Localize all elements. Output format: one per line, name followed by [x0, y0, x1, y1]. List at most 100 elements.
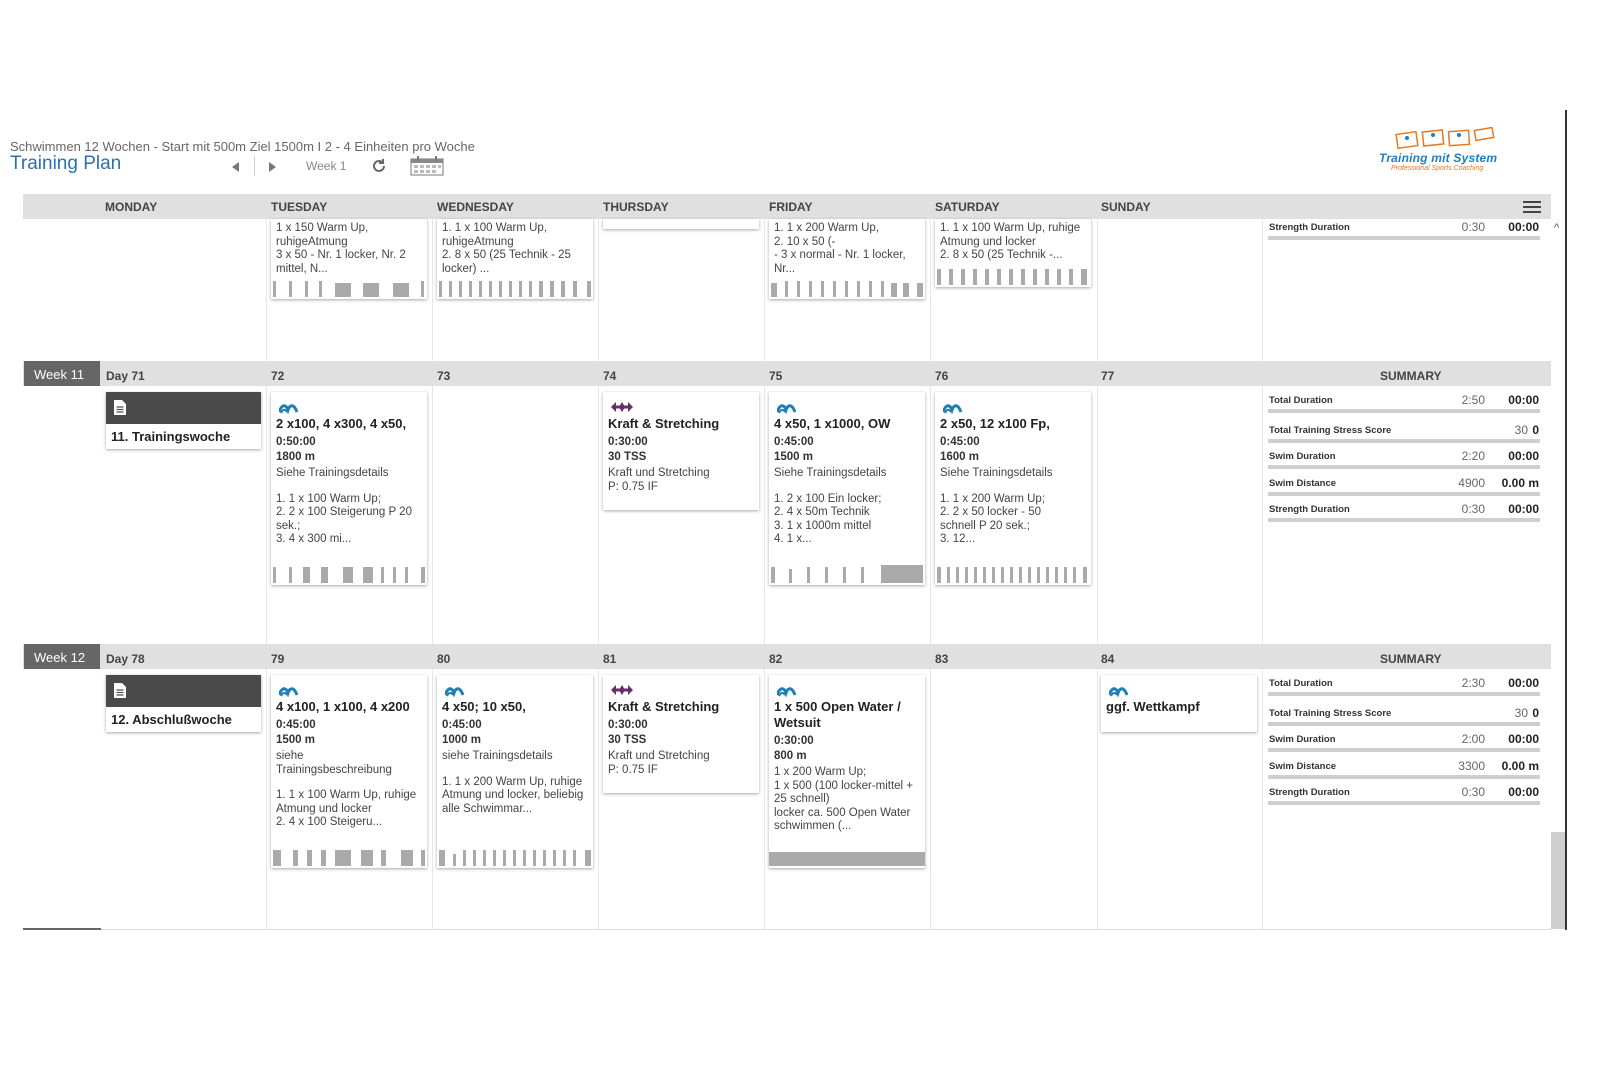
workout-structure-bars: [935, 563, 1091, 583]
calendar-icon[interactable]: [410, 156, 444, 176]
summary-heading: SUMMARY: [1380, 652, 1442, 666]
workout-structure-bars: [769, 846, 925, 866]
swim-icon: [279, 404, 299, 414]
day-number: 75: [769, 369, 783, 383]
summary-progress-bar: [1268, 692, 1540, 696]
workout-card[interactable]: 2 x50, 12 x100 Fp, 0:45:00 1600 m Siehe …: [935, 392, 1091, 585]
menu-icon[interactable]: [1523, 201, 1541, 213]
summary-completed: 00:00: [1508, 732, 1539, 746]
workout-structure-bars: [769, 563, 925, 583]
summary-label: Swim Duration: [1269, 451, 1336, 462]
workout-description: siehe Trainingsdetails: [442, 750, 553, 762]
summary-planned: 0:30: [1461, 502, 1485, 516]
workout-card[interactable]: 1 x 150 Warm Up, ruhigeAtmung 3 x 50 - N…: [271, 219, 427, 299]
previous-week-button[interactable]: [229, 160, 243, 174]
summary-label: Swim Distance: [1269, 478, 1337, 489]
workout-structure-bars: [935, 265, 1091, 285]
workout-structure-bars: [769, 277, 925, 297]
summary-swim-distance: Swim Distance 3300 0.00 m: [1268, 757, 1540, 779]
calendar-bottom-border: [23, 929, 1551, 930]
week-tag-underline: [23, 928, 101, 930]
dayname-sunday: SUNDAY: [1101, 200, 1151, 214]
summary-planned: 4900: [1458, 476, 1485, 490]
workout-card[interactable]: 1. 1 x 100 Warm Up, ruhigeAtmung 2. 8 x …: [437, 219, 593, 299]
workout-description: Kraft und Stretching P: 0.75 IF: [608, 750, 710, 776]
summary-progress-bar: [1268, 492, 1540, 496]
dayname-thursday: THURSDAY: [603, 200, 669, 214]
summary-strength-duration: Strength Duration 0:30 00:00: [1268, 783, 1540, 805]
week-note-card[interactable]: 12. Abschlußwoche: [106, 675, 261, 732]
workout-duration: 0:45:00: [940, 436, 980, 448]
workout-card[interactable]: Kraft & Stretching 0:30:00 30 TSS Kraft …: [603, 392, 759, 510]
workout-card[interactable]: ggf. Wettkampf: [1101, 675, 1257, 732]
column-divider: [598, 219, 599, 930]
column-divider: [1262, 219, 1263, 930]
workout-card[interactable]: 4 x50, 1 x1000, OW 0:45:00 1500 m Siehe …: [769, 392, 925, 585]
plan-subtitle: Schwimmen 12 Wochen - Start mit 500m Zie…: [10, 139, 475, 154]
workout-card[interactable]: 1 x 500 Open Water / Wetsuit 0:30:00 800…: [769, 675, 925, 868]
summary-label: Total Duration: [1269, 678, 1333, 689]
page-title: Training Plan: [10, 153, 122, 174]
workout-card[interactable]: 2 x100, 4 x300, 4 x50, 0:50:00 1800 m Si…: [271, 392, 427, 585]
workout-title: 2 x100, 4 x300, 4 x50,: [276, 416, 407, 431]
workout-card[interactable]: 1. 1 x 100 Warm Up, ruhige Atmung und lo…: [935, 219, 1091, 287]
workout-duration: 0:50:00: [276, 436, 316, 448]
summary-completed: 0: [1532, 706, 1539, 720]
day-number: 83: [935, 652, 949, 666]
day-number: Day 71: [106, 369, 145, 383]
swim-icon: [777, 687, 797, 697]
current-week-label: Week 1: [306, 159, 347, 173]
summary-planned: 0:30: [1461, 785, 1485, 799]
workout-detail: 1. 1 x 100 Warm Up, ruhige Atmung und lo…: [276, 789, 417, 828]
workout-duration: 0:45:00: [276, 719, 316, 731]
workout-card[interactable]: [603, 219, 759, 229]
scrollbar-thumb[interactable]: [1551, 832, 1566, 929]
day-number: 73: [437, 369, 451, 383]
refresh-icon[interactable]: [370, 157, 388, 175]
dumbbell-icon: [611, 402, 633, 412]
summary-planned: 2:20: [1461, 449, 1485, 463]
summary-swim-distance: Swim Distance 4900 0.00 m: [1268, 474, 1540, 496]
workout-card[interactable]: 1. 1 x 200 Warm Up, 2. 10 x 50 (- - 3 x …: [769, 219, 925, 299]
document-icon: [114, 400, 126, 415]
dayname-wednesday: WEDNESDAY: [437, 200, 514, 214]
summary-completed: 00:00: [1508, 785, 1539, 799]
summary-planned: 2:50: [1461, 393, 1485, 407]
dayname-monday: MONDAY: [105, 200, 158, 214]
summary-label: Strength Duration: [1269, 222, 1350, 233]
column-divider: [930, 219, 931, 930]
workout-description: 1 x 200 Warm Up; 1 x 500 (100 locker-mit…: [774, 766, 914, 832]
workout-card[interactable]: 4 x50; 10 x50, 0:45:00 1000 m siehe Trai…: [437, 675, 593, 868]
summary-planned: 0:30: [1461, 220, 1485, 234]
next-week-button[interactable]: [265, 160, 279, 174]
week-note-title: 12. Abschlußwoche: [111, 712, 232, 727]
summary-label: Strength Duration: [1269, 504, 1350, 515]
week-note-card[interactable]: 11. Trainingswoche: [106, 392, 261, 449]
summary-heading: SUMMARY: [1380, 369, 1442, 383]
summary-completed: 00:00: [1508, 449, 1539, 463]
summary-progress-bar: [1268, 409, 1540, 413]
week-note-title: 11. Trainingswoche: [111, 429, 231, 444]
summary-completed: 0.00 m: [1501, 759, 1539, 773]
workout-card[interactable]: 4 x100, 1 x100, 4 x200 0:45:00 1500 m si…: [271, 675, 427, 868]
workout-structure-bars: [271, 277, 427, 297]
week11-day-row: [23, 361, 1551, 386]
summary-planned: 3300: [1458, 759, 1485, 773]
vertical-scrollbar[interactable]: ^: [1551, 220, 1566, 930]
workout-card[interactable]: Kraft & Stretching 0:30:00 30 TSS Kraft …: [603, 675, 759, 793]
summary-label: Total Training Stress Score: [1269, 708, 1392, 719]
workout-tss: 30 TSS: [608, 734, 647, 746]
workout-structure-bars: [437, 846, 593, 866]
scroll-up-arrow-icon[interactable]: ^: [1554, 222, 1559, 234]
day-number: 77: [1101, 369, 1115, 383]
week12-tag: Week 12: [24, 644, 100, 669]
workout-structure-bars: [271, 846, 427, 866]
summary-progress-bar: [1268, 722, 1540, 726]
workout-detail: 1. 1 x 200 Warm Up, 2. 10 x 50 (- - 3 x …: [774, 222, 906, 275]
workout-distance: 1500 m: [276, 734, 316, 746]
swim-icon: [1109, 687, 1129, 697]
workout-duration: 0:45:00: [774, 436, 814, 448]
logo: Training mit System Professional Sports …: [1375, 127, 1515, 177]
workout-duration: 0:30:00: [608, 719, 648, 731]
workout-detail: 1 x 150 Warm Up, ruhigeAtmung 3 x 50 - N…: [276, 222, 406, 275]
